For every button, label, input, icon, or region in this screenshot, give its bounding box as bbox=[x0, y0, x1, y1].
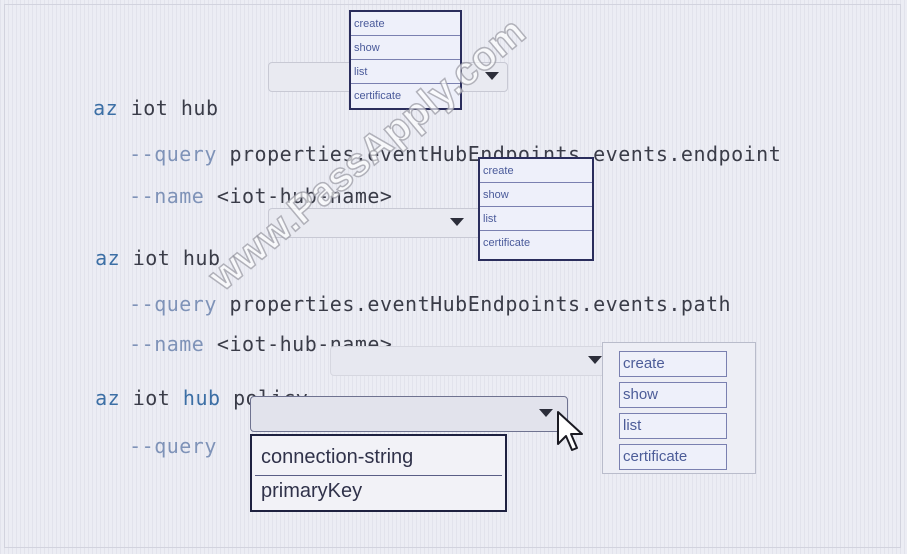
arg-key: name bbox=[154, 184, 205, 208]
az-keyword: az bbox=[95, 386, 121, 410]
option-primary-key[interactable]: primaryKey bbox=[255, 475, 502, 507]
command-3-dropdown[interactable]: create show list certificate bbox=[602, 342, 756, 474]
option-list[interactable]: list bbox=[480, 207, 592, 231]
query-arg-3: --query bbox=[104, 410, 217, 458]
option-show[interactable]: show bbox=[619, 382, 727, 408]
hub-keyword: hub bbox=[182, 386, 221, 410]
command-2-select[interactable] bbox=[268, 208, 483, 238]
arg-value: <iot-hub-name> bbox=[204, 184, 393, 208]
chevron-down-icon[interactable] bbox=[539, 409, 553, 417]
arg-key: name bbox=[154, 332, 205, 356]
option-connection-string[interactable]: connection-string bbox=[255, 442, 502, 474]
query-arg-1: --query properties.eventHubEndpoints.eve… bbox=[104, 118, 781, 166]
option-list[interactable]: list bbox=[619, 413, 727, 439]
dash: -- bbox=[129, 332, 155, 356]
name-arg-1: --name <iot-hub-name> bbox=[104, 160, 392, 208]
az-keyword: az bbox=[95, 246, 121, 270]
chevron-down-icon[interactable] bbox=[588, 356, 602, 364]
command-text: iot hub bbox=[118, 96, 219, 120]
option-show[interactable]: show bbox=[480, 183, 592, 207]
arg-key: query bbox=[154, 434, 217, 458]
query-select[interactable] bbox=[250, 396, 568, 432]
command-line-2: az iot hub bbox=[70, 222, 221, 270]
option-certificate[interactable]: certificate bbox=[619, 444, 727, 470]
command-line-1: az iot hub bbox=[68, 72, 219, 120]
option-list[interactable]: list bbox=[351, 60, 460, 84]
option-create[interactable]: create bbox=[351, 12, 460, 36]
command-text: iot hub bbox=[120, 246, 221, 270]
dash: -- bbox=[129, 434, 155, 458]
dash: -- bbox=[129, 184, 155, 208]
option-certificate[interactable]: certificate bbox=[480, 231, 592, 255]
chevron-down-icon[interactable] bbox=[450, 218, 464, 226]
query-dropdown[interactable]: connection-string primaryKey bbox=[250, 434, 507, 512]
command-3-select[interactable] bbox=[330, 346, 615, 376]
chevron-down-icon[interactable] bbox=[485, 72, 499, 80]
mouse-cursor-icon bbox=[557, 411, 583, 451]
command-1-dropdown[interactable]: create show list certificate bbox=[349, 10, 462, 110]
az-keyword: az bbox=[93, 96, 119, 120]
option-show[interactable]: show bbox=[351, 36, 460, 60]
command-text: iot bbox=[120, 386, 183, 410]
option-certificate[interactable]: certificate bbox=[351, 84, 460, 108]
option-create[interactable]: create bbox=[480, 159, 592, 183]
option-create[interactable]: create bbox=[619, 351, 727, 377]
command-2-dropdown[interactable]: create show list certificate bbox=[478, 157, 594, 261]
